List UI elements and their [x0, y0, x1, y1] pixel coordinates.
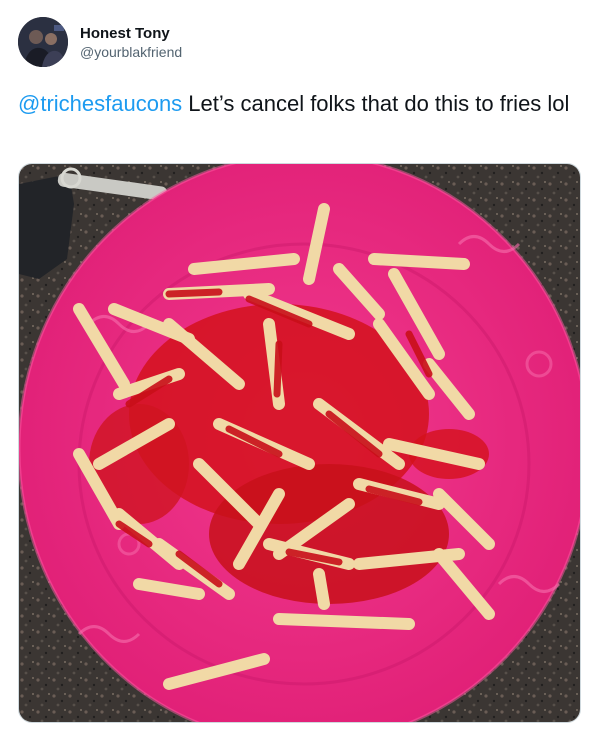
tweet-body: Let’s cancel folks that do this to fries…: [182, 91, 570, 116]
avatar[interactable]: [18, 17, 68, 67]
tweet-header: Honest Tony @yourblakfriend: [18, 16, 182, 68]
tweet-text: @trichesfaucons Let’s cancel folks that …: [18, 88, 583, 119]
tweet-photo[interactable]: [18, 163, 581, 723]
user-handle[interactable]: @yourblakfriend: [80, 43, 182, 61]
profile-photo-icon: [18, 17, 68, 67]
mention-link[interactable]: @trichesfaucons: [18, 91, 182, 116]
photo-fries-with-ketchup-icon: [19, 164, 580, 722]
display-name[interactable]: Honest Tony: [80, 24, 182, 43]
